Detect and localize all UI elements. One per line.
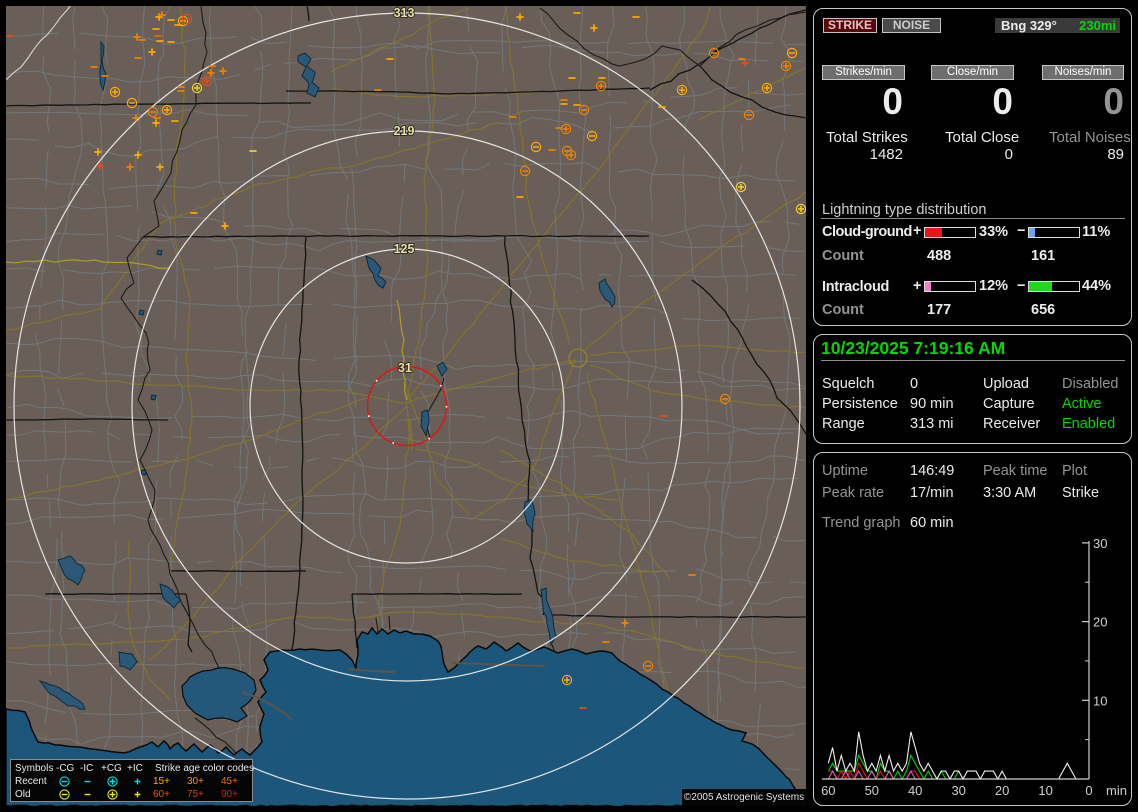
svg-text:20: 20 [995, 783, 1009, 798]
svg-text:30: 30 [1093, 536, 1107, 551]
svg-text:0: 0 [1085, 783, 1092, 798]
svg-text:31: 31 [398, 361, 412, 375]
svg-text:40: 40 [908, 783, 922, 798]
svg-text:313: 313 [394, 6, 415, 20]
svg-text:10: 10 [1093, 693, 1107, 708]
svg-text:219: 219 [394, 124, 415, 138]
svg-text:min: min [1106, 783, 1127, 798]
svg-text:30: 30 [951, 783, 965, 798]
svg-text:20: 20 [1093, 615, 1107, 630]
svg-text:60: 60 [821, 783, 835, 798]
svg-text:125: 125 [394, 242, 415, 256]
svg-text:10: 10 [1038, 783, 1052, 798]
svg-text:50: 50 [865, 783, 879, 798]
